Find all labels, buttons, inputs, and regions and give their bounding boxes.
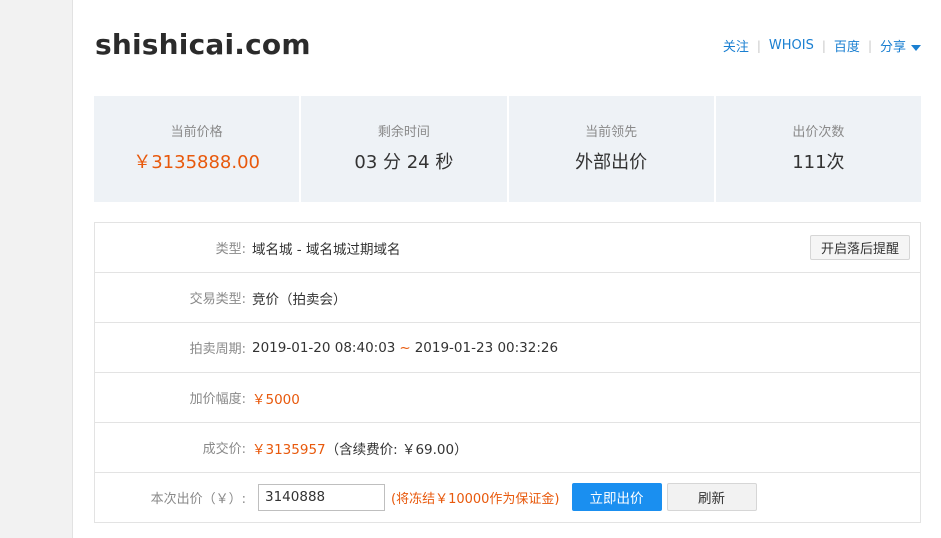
stat-current-price: 当前价格 ￥3135888.00 <box>94 96 300 202</box>
period-start: 2019-01-20 08:40:03 <box>252 339 396 356</box>
auction-period-label: 拍卖周期: <box>189 342 246 357</box>
row-auction-period: 拍卖周期: 2019-01-20 08:40:03 ~2019-01-23 00:… <box>95 323 920 373</box>
share-label: 分享 <box>879 40 906 55</box>
stat-bid-count: 出价次数 111次 <box>715 96 921 202</box>
bid-amount-label: 本次出价（￥）: <box>150 491 246 507</box>
domain-title: shishicai.com <box>95 28 311 61</box>
auction-details: 类型: 域名城 - 域名城过期域名 开启落后提醒 交易类型: 竞价（拍卖会） 拍… <box>94 222 921 523</box>
deal-price-value: ￥3135957（含续费价: ￥69.00） <box>252 438 468 458</box>
stat-time-remaining: 剩余时间 03 分 24 秒 <box>301 96 507 202</box>
deposit-freeze-note: (将冻结￥10000作为保证金) <box>391 491 560 507</box>
row-trade-type: 交易类型: 竞价（拍卖会） <box>95 273 920 323</box>
separator: | <box>867 38 872 53</box>
increment-label: 加价幅度: <box>189 392 246 407</box>
baidu-link[interactable]: 百度 <box>834 36 860 55</box>
separator: | <box>756 38 761 53</box>
auction-period-value: 2019-01-20 08:40:03 ~2019-01-23 00:32:26 <box>252 340 558 356</box>
stat-label: 当前领先 <box>585 125 638 140</box>
place-bid-button[interactable]: 立即出价 <box>571 483 662 511</box>
current-leader-value: 外部出价 <box>575 152 648 173</box>
bid-count-value: 111次 <box>792 152 845 173</box>
time-remaining-value: 03 分 24 秒 <box>354 152 454 173</box>
deal-price: ￥3135957 <box>252 441 326 458</box>
refresh-button[interactable]: 刷新 <box>666 483 757 511</box>
stat-label: 剩余时间 <box>377 125 430 140</box>
deal-price-label: 成交价: <box>202 442 246 457</box>
type-value: 域名城 - 域名城过期域名 <box>252 241 401 258</box>
top-links: 关注 | WHOIS | 百度 | 分享 <box>723 36 921 55</box>
period-separator: ~ <box>399 339 411 356</box>
stat-label: 出价次数 <box>792 125 845 140</box>
type-label: 类型: <box>215 242 246 257</box>
page-header: shishicai.com 关注 | WHOIS | 百度 | 分享 <box>95 28 921 68</box>
trade-type-label: 交易类型: <box>189 292 246 307</box>
whois-link[interactable]: WHOIS <box>769 38 814 53</box>
period-end: 2019-01-23 00:32:26 <box>414 339 559 356</box>
caret-down-icon <box>911 44 921 51</box>
left-gutter <box>0 0 73 538</box>
bid-amount-input[interactable] <box>258 483 385 511</box>
stat-label: 当前价格 <box>170 125 223 140</box>
increment-value: ￥5000 <box>252 391 300 408</box>
enable-outbid-reminder-button[interactable]: 开启落后提醒 <box>809 235 910 260</box>
separator: | <box>821 38 826 53</box>
current-price-value: ￥3135888.00 <box>133 152 261 173</box>
renewal-fee-note: （含续费价: ￥69.00） <box>325 441 468 458</box>
follow-link[interactable]: 关注 <box>723 36 749 55</box>
stat-current-leader: 当前领先 外部出价 <box>508 96 714 202</box>
auction-stats: 当前价格 ￥3135888.00 剩余时间 03 分 24 秒 当前领先 外部出… <box>94 96 921 202</box>
row-deal-price: 成交价: ￥3135957（含续费价: ￥69.00） <box>95 423 920 473</box>
row-type: 类型: 域名城 - 域名城过期域名 开启落后提醒 <box>95 223 920 273</box>
trade-type-value: 竞价（拍卖会） <box>252 291 347 308</box>
row-place-bid: 本次出价（￥）: (将冻结￥10000作为保证金) 立即出价 刷新 <box>95 473 920 521</box>
row-increment: 加价幅度: ￥5000 <box>95 373 920 423</box>
share-link[interactable]: 分享 <box>880 36 921 55</box>
